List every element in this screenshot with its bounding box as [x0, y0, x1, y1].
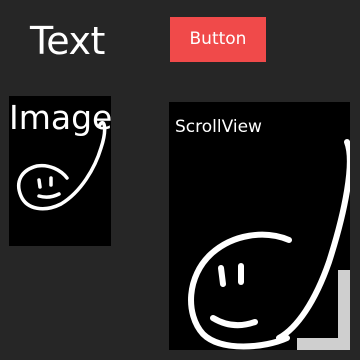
image-panel: Image	[9, 96, 111, 246]
primary-button[interactable]: Button	[170, 17, 266, 62]
scroll-view[interactable]: ScrollView	[169, 102, 350, 350]
image-caption: Image	[9, 98, 111, 137]
app-page: Text Button Image ScrollView	[0, 0, 360, 360]
smiley-swirl-icon	[188, 139, 350, 350]
scroll-view-caption: ScrollView	[175, 117, 262, 137]
scroll-content	[169, 102, 350, 350]
horizontal-scrollbar[interactable]	[297, 338, 350, 350]
text-block: Text	[30, 19, 105, 63]
